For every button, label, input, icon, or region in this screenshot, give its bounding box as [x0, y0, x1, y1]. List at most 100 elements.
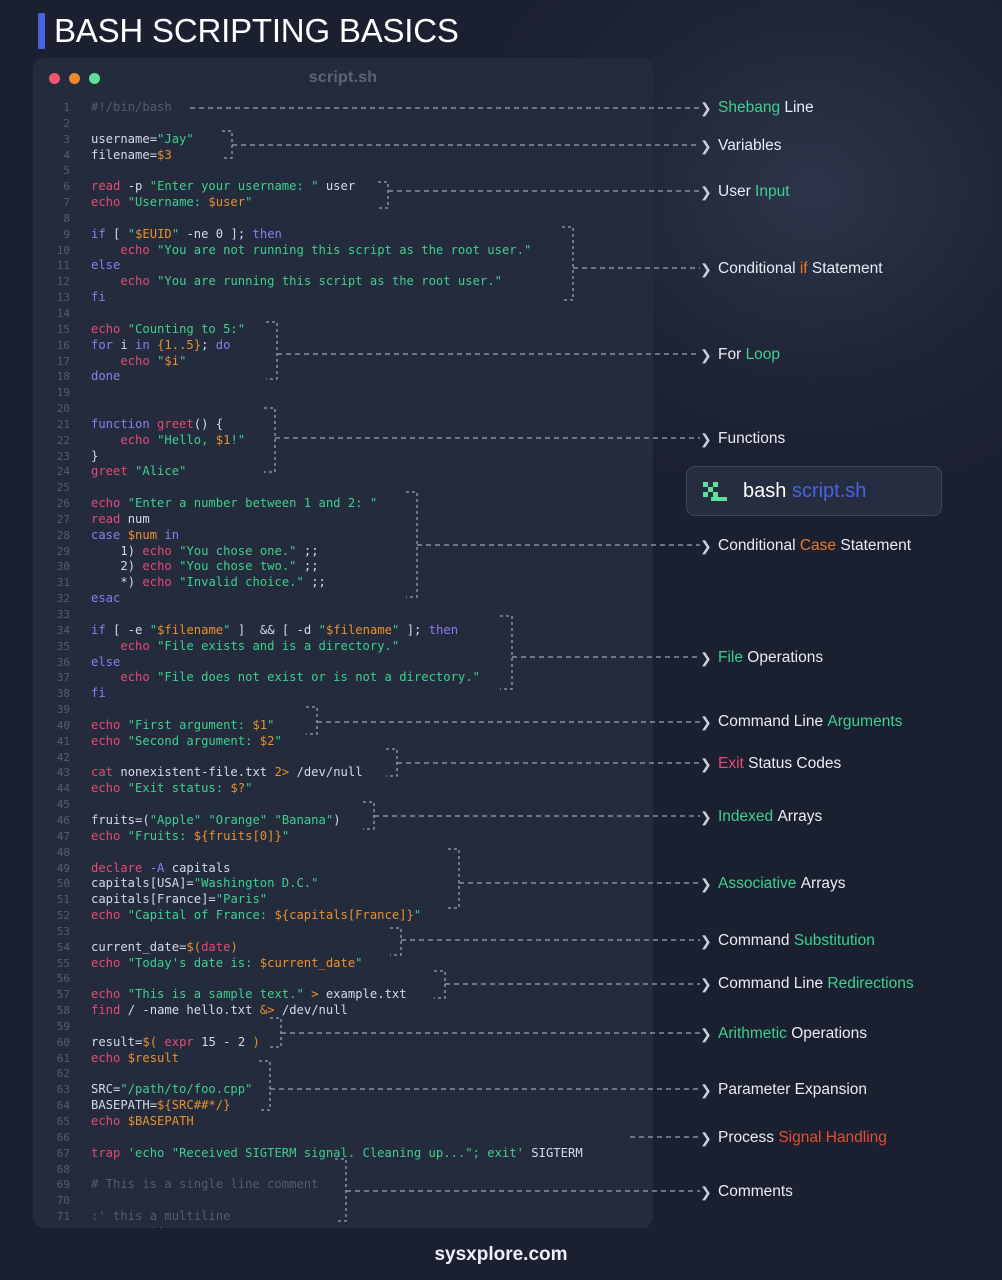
- line-number: 36: [33, 655, 70, 671]
- line-number: 61: [33, 1051, 70, 1067]
- arrow-icon: ❯: [700, 139, 712, 153]
- line-number: 65: [33, 1114, 70, 1130]
- line-number: 38: [33, 686, 70, 702]
- footer-brand: sysxplore.com: [0, 1244, 1002, 1266]
- line-number: 66: [33, 1130, 70, 1146]
- line-number: 4: [33, 148, 70, 164]
- line-number: 33: [33, 607, 70, 623]
- code-line: [91, 480, 653, 496]
- line-number: 34: [33, 623, 70, 639]
- line-number: 64: [33, 1098, 70, 1114]
- line-number: 57: [33, 987, 70, 1003]
- code-line: #!/bin/bash: [91, 100, 653, 116]
- line-number: 55: [33, 956, 70, 972]
- annotation-shebang-line: Shebang Line: [718, 100, 814, 116]
- line-number: 20: [33, 401, 70, 417]
- code-line: [91, 1130, 653, 1146]
- code-line: [91, 797, 653, 813]
- line-number: 5: [33, 163, 70, 179]
- code-line: if [ "$EUID" -ne 0 ]; then: [91, 227, 653, 243]
- code-line: echo "Today's date is: $current_date": [91, 956, 653, 972]
- code-line: echo "Hello, $1!": [91, 433, 653, 449]
- code-line: [91, 845, 653, 861]
- code-line: find / -name hello.txt &> /dev/null: [91, 1003, 653, 1019]
- code-line: greet "Alice": [91, 464, 653, 480]
- code-line: [91, 971, 653, 987]
- code-line: [91, 306, 653, 322]
- line-number: 72: [33, 1225, 70, 1228]
- line-number: 25: [33, 480, 70, 496]
- code-line: echo "$i": [91, 354, 653, 370]
- code-line: 2) echo "You chose two." ;;: [91, 559, 653, 575]
- code-line: commment': [91, 1225, 653, 1228]
- line-number: 37: [33, 670, 70, 686]
- bash-badge-text: bash script.sh: [743, 480, 866, 503]
- window-titlebar: script.sh: [33, 58, 653, 98]
- annotation-user-input: User Input: [718, 184, 790, 200]
- code-line: case $num in: [91, 528, 653, 544]
- arrow-icon: ❯: [700, 185, 712, 199]
- page-title: BASH SCRIPTING BASICS: [38, 12, 459, 50]
- annotation-arithmetic-ops: Arithmetic Operations: [718, 1026, 867, 1042]
- line-number: 31: [33, 575, 70, 591]
- arrow-icon: ❯: [700, 934, 712, 948]
- code-line: fruits=("Apple" "Orange" "Banana"): [91, 813, 653, 829]
- line-number: 42: [33, 750, 70, 766]
- code-line: capitals[France]="Paris": [91, 892, 653, 908]
- line-number: 14: [33, 306, 70, 322]
- line-number: 58: [33, 1003, 70, 1019]
- line-number: 60: [33, 1035, 70, 1051]
- code-line: else: [91, 655, 653, 671]
- code-line: capitals[USA]="Washington D.C.": [91, 876, 653, 892]
- line-number: 46: [33, 813, 70, 829]
- code-line: 1) echo "You chose one." ;;: [91, 544, 653, 560]
- line-number: 45: [33, 797, 70, 813]
- code-line: echo $BASEPATH: [91, 1114, 653, 1130]
- annotation-for-loop: For Loop: [718, 347, 780, 363]
- annotation-conditional-if: Conditional if Statement: [718, 261, 883, 277]
- line-number: 26: [33, 496, 70, 512]
- code-line: declare -A capitals: [91, 861, 653, 877]
- arrow-icon: ❯: [700, 432, 712, 446]
- code-line: cat nonexistent-file.txt 2> /dev/null: [91, 765, 653, 781]
- code-line: echo "You are running this script as the…: [91, 274, 653, 290]
- line-number: 8: [33, 211, 70, 227]
- bash-command-badge[interactable]: bash script.sh: [686, 466, 942, 516]
- line-number: 54: [33, 940, 70, 956]
- line-number: 18: [33, 369, 70, 385]
- line-number: 53: [33, 924, 70, 940]
- line-number: 15: [33, 322, 70, 338]
- line-number: 2: [33, 116, 70, 132]
- line-number: 16: [33, 338, 70, 354]
- annotation-command-line-args: Command Line Arguments: [718, 714, 902, 730]
- code-line: SRC="/path/to/foo.cpp": [91, 1082, 653, 1098]
- code-line: for i in {1..5}; do: [91, 338, 653, 354]
- line-number: 70: [33, 1193, 70, 1209]
- code-line: echo "Username: $user": [91, 195, 653, 211]
- code-content[interactable]: #!/bin/bash username="Jay"filename=$3 re…: [79, 100, 653, 1228]
- code-line: filename=$3: [91, 148, 653, 164]
- code-line: [91, 924, 653, 940]
- annotation-command-substitution: Command Substitution: [718, 933, 875, 949]
- code-line: [91, 1193, 653, 1209]
- code-line: [91, 1019, 653, 1035]
- code-line: [91, 750, 653, 766]
- arrow-icon: ❯: [700, 101, 712, 115]
- window-filename: script.sh: [33, 69, 653, 87]
- code-line: echo "Fruits: ${fruits[0]}": [91, 829, 653, 845]
- line-number: 27: [33, 512, 70, 528]
- code-line: read -p "Enter your username: " user: [91, 179, 653, 195]
- line-number: 29: [33, 544, 70, 560]
- code-line: [91, 702, 653, 718]
- line-number: 13: [33, 290, 70, 306]
- code-line: trap 'echo "Received SIGTERM signal. Cle…: [91, 1146, 653, 1162]
- code-line: echo "Exit status: $?": [91, 781, 653, 797]
- annotation-functions: Functions: [718, 431, 785, 447]
- line-number: 52: [33, 908, 70, 924]
- annotation-command-redirections: Command Line Redirections: [718, 976, 914, 992]
- arrow-icon: ❯: [700, 715, 712, 729]
- line-number: 19: [33, 385, 70, 401]
- annotation-exit-status-codes: Exit Status Codes: [718, 756, 841, 772]
- arrow-icon: ❯: [700, 1185, 712, 1199]
- code-line: echo "File does not exist or is not a di…: [91, 670, 653, 686]
